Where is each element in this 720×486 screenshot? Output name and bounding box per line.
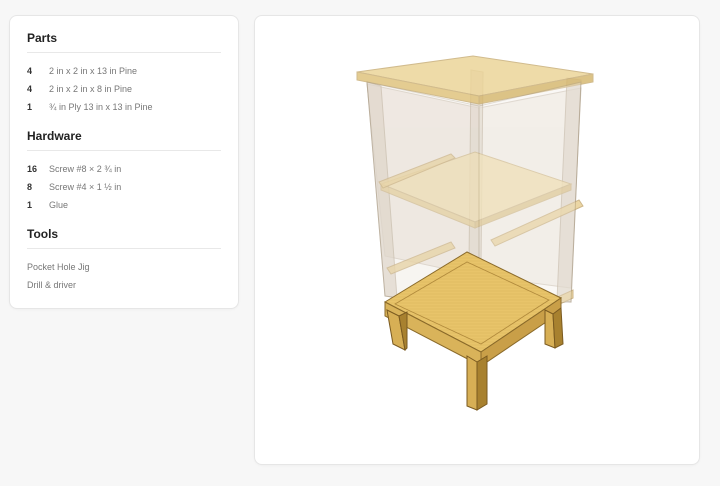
item-desc: 2 in x 2 in x 8 in Pine [49,84,133,94]
item-desc: ¾ in Ply 13 in x 13 in Pine [49,102,153,112]
materials-panel: Parts 4 2 in x 2 in x 13 in Pine 4 2 in … [9,15,239,309]
tools-heading: Tools [27,227,221,249]
item-qty: 4 [27,84,33,94]
model-viewer[interactable] [254,15,700,465]
item-desc: 2 in x 2 in x 13 in Pine [49,66,138,76]
item-desc: Screw #8 × 2 ¾ in [49,164,122,174]
item-desc: Screw #4 × 1 ½ in [49,182,122,192]
list-item: 8 Screw #4 × 1 ½ in [27,178,221,196]
hardware-heading: Hardware [27,129,221,151]
tool-item: Drill & driver [27,280,77,290]
hardware-section: Hardware 16 Screw #8 × 2 ¾ in 8 Screw #4… [27,129,221,214]
tools-section: Tools Pocket Hole Jig Drill & driver [27,227,221,294]
parts-section: Parts 4 2 in x 2 in x 13 in Pine 4 2 in … [27,31,221,116]
item-qty: 4 [27,66,33,76]
item-desc: Glue [49,200,69,210]
list-item: 4 2 in x 2 in x 8 in Pine [27,80,221,98]
list-item: 16 Screw #8 × 2 ¾ in [27,160,221,178]
parts-heading: Parts [27,31,221,53]
list-item: 4 2 in x 2 in x 13 in Pine [27,62,221,80]
list-item: 1 ¾ in Ply 13 in x 13 in Pine [27,98,221,116]
item-qty: 16 [27,164,38,174]
tool-item: Pocket Hole Jig [27,262,90,272]
cabinet-3d-model[interactable] [255,16,700,465]
item-qty: 1 [27,102,33,112]
item-qty: 8 [27,182,33,192]
item-qty: 1 [27,200,33,210]
list-item: 1 Glue [27,196,221,214]
